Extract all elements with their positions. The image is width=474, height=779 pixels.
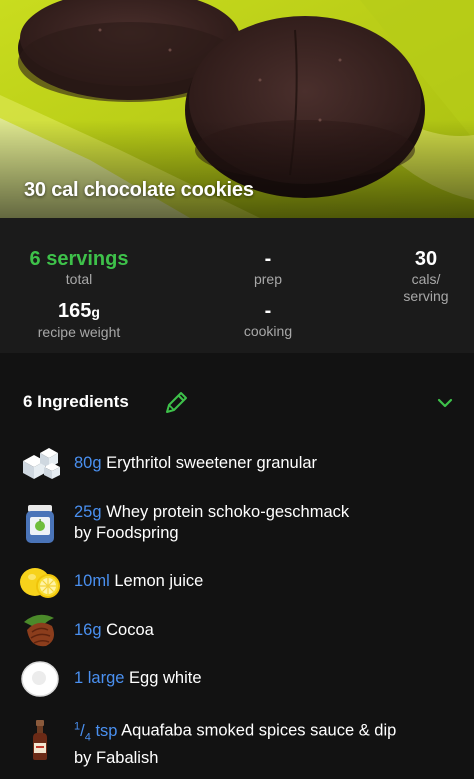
ingredient-text: 1 large Egg white xyxy=(74,668,202,689)
ingredient-name: Lemon juice xyxy=(114,572,204,590)
weight-unit: g xyxy=(91,304,100,320)
calories-value: 30 xyxy=(414,248,438,270)
ingredient-quantity: 1/4 tsp xyxy=(74,720,118,743)
ingredient-brand: by Fabalish xyxy=(74,748,159,767)
sauce-bottle-icon xyxy=(18,718,62,762)
prep-value: - xyxy=(264,248,272,270)
cooking-stat[interactable]: - cooking xyxy=(208,299,328,340)
chevron-down-icon xyxy=(437,398,453,408)
ingredient-quantity: 10ml xyxy=(74,572,110,590)
ingredients-header: 6 Ingredients xyxy=(0,385,474,419)
ingredients-title: 6 Ingredients xyxy=(23,392,129,411)
sugar-cubes-icon xyxy=(18,441,62,485)
ingredient-row[interactable]: 80g Erythritol sweetener granular xyxy=(0,441,474,485)
pencil-icon xyxy=(166,392,187,413)
ingredient-row[interactable]: 1 large Egg white xyxy=(0,656,474,700)
recipe-title: 30 cal chocolate cookies xyxy=(24,179,254,201)
lemon-icon xyxy=(18,560,62,604)
ingredient-text: 16g Cocoa xyxy=(74,620,154,641)
egg-icon xyxy=(18,656,62,700)
ingredient-row[interactable]: 16g Cocoa xyxy=(0,608,474,652)
ingredient-quantity: 80g xyxy=(74,454,102,472)
weight-value: 165g xyxy=(14,299,144,324)
protein-jar-icon xyxy=(18,502,62,546)
recipe-stats-panel: 6 servings total - prep 30 cals/ serving… xyxy=(0,218,474,353)
ingredient-name: Cocoa xyxy=(106,621,154,639)
cooking-value: - xyxy=(264,300,272,322)
ingredient-text: 25g Whey protein schoko-geschmack by Foo… xyxy=(74,502,349,544)
calories-stat: 30 cals/ serving xyxy=(386,247,466,305)
servings-label: total xyxy=(65,271,93,287)
ingredient-quantity: 25g xyxy=(74,503,102,521)
ingredient-text: 10ml Lemon juice xyxy=(74,571,203,592)
ingredient-brand: by Foodspring xyxy=(74,524,179,542)
servings-value: 6 servings xyxy=(29,248,129,270)
prep-label: prep xyxy=(253,271,283,287)
cooking-label: cooking xyxy=(243,323,293,339)
collapse-ingredients-button[interactable] xyxy=(432,390,458,416)
ingredient-line-1: 25g Whey protein schoko-geschmack xyxy=(74,502,349,523)
ingredient-text: 1/4 tsp Aquafaba smoked spices sauce & d… xyxy=(74,716,396,769)
ingredient-quantity: 16g xyxy=(74,621,102,639)
ingredient-name: Whey protein schoko-geschmack xyxy=(106,503,350,521)
weight-label: recipe weight xyxy=(37,324,121,340)
ingredient-quantity: 1 large xyxy=(74,669,125,687)
calories-label-line1: cals/ xyxy=(411,271,441,287)
ingredient-row[interactable]: 1/4 tsp Aquafaba smoked spices sauce & d… xyxy=(0,714,474,767)
ingredient-text: 80g Erythritol sweetener granular xyxy=(74,453,317,474)
ingredient-name: Aquafaba smoked spices sauce & dip xyxy=(121,721,397,740)
quantity-numerator: 1 xyxy=(74,720,81,732)
quantity-denominator: 4 xyxy=(84,730,91,743)
ingredient-row[interactable]: 10ml Lemon juice xyxy=(0,560,474,604)
servings-stat[interactable]: 6 servings total xyxy=(10,247,148,288)
weight-number: 165 xyxy=(58,300,92,322)
ingredient-name: Erythritol sweetener granular xyxy=(106,454,318,472)
recipe-hero-image: 30 cal chocolate cookies xyxy=(0,0,474,218)
ingredient-name: Egg white xyxy=(129,669,202,687)
ingredient-row[interactable]: 25g Whey protein schoko-geschmack by Foo… xyxy=(0,500,474,546)
calories-label-line2: serving xyxy=(403,288,449,304)
edit-ingredients-button[interactable] xyxy=(162,389,190,417)
cocoa-pod-icon xyxy=(18,608,62,652)
weight-stat[interactable]: 165g recipe weight xyxy=(14,299,144,341)
quantity-unit: tsp xyxy=(95,721,118,740)
prep-stat[interactable]: - prep xyxy=(208,247,328,288)
ingredient-line-1: 1/4 tsp Aquafaba smoked spices sauce & d… xyxy=(74,716,396,748)
